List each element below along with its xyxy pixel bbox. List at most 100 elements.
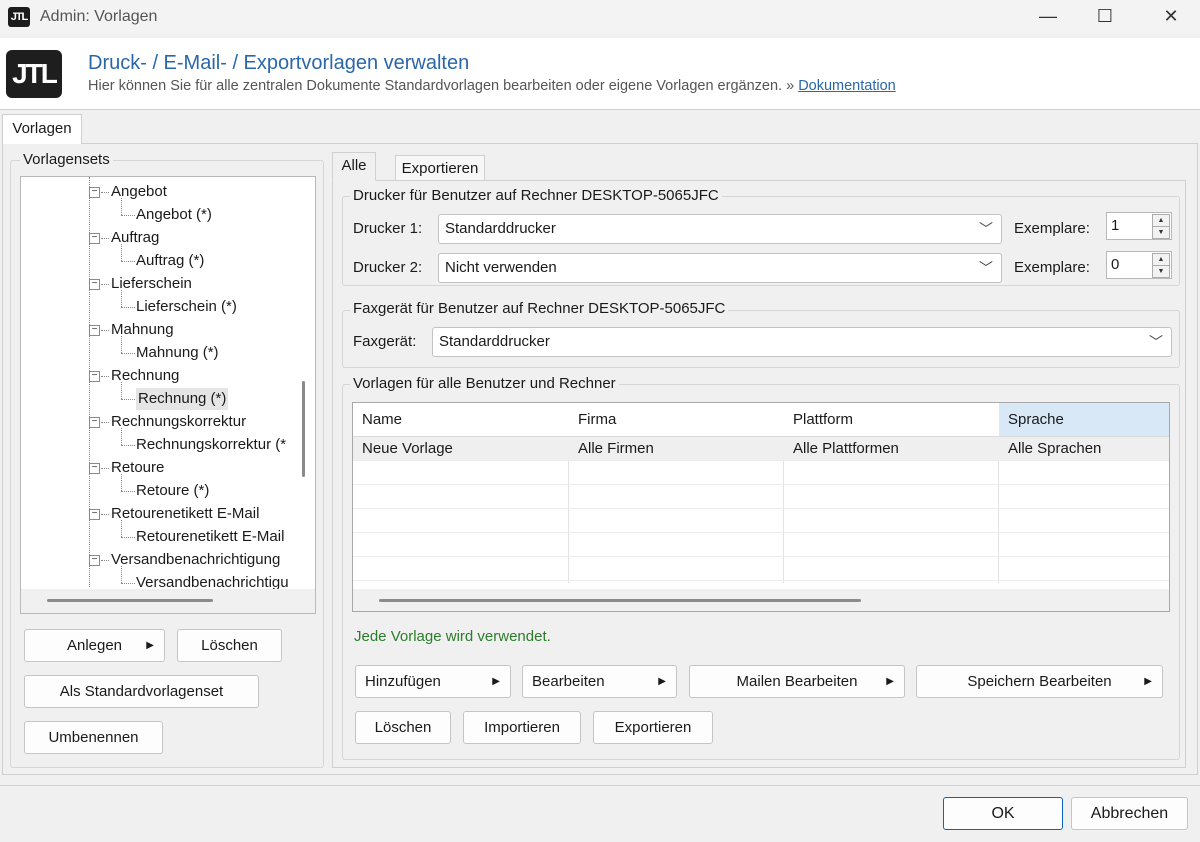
grid-header-plattform[interactable]: Plattform (784, 403, 999, 437)
tree-connector (101, 284, 109, 285)
title-bar: JTL Admin: Vorlagen — ☐ ✕ (0, 0, 1200, 34)
tree-leaf-label: Retoure (*) (136, 482, 210, 499)
tree-connector (121, 215, 135, 216)
loeschen-template-button[interactable]: Löschen (355, 711, 451, 744)
spin-down-icon[interactable]: ▼ (1152, 226, 1170, 239)
grid-header-firma[interactable]: Firma (569, 403, 784, 437)
fax-group-label: Faxgerät für Benutzer auf Rechner DESKTO… (350, 300, 729, 317)
tab-vorlagen[interactable]: Vorlagen (2, 114, 82, 144)
umbenennen-button[interactable]: Umbenennen (24, 721, 163, 754)
collapse-icon[interactable]: − (89, 279, 100, 290)
cancel-button[interactable]: Abbrechen (1071, 797, 1188, 830)
tree-connector (121, 244, 122, 261)
ok-button[interactable]: OK (943, 797, 1063, 830)
spin-down-icon[interactable]: ▼ (1152, 265, 1170, 278)
bearbeiten-label: Bearbeiten (532, 673, 605, 690)
mailen-bearbeiten-button[interactable]: Mailen Bearbeiten ▶ (689, 665, 905, 698)
collapse-icon[interactable]: − (89, 509, 100, 520)
printer-group-label: Drucker für Benutzer auf Rechner DESKTOP… (350, 187, 722, 204)
speichern-bearbeiten-button[interactable]: Speichern Bearbeiten ▶ (916, 665, 1163, 698)
tree-node-label: Auftrag (111, 229, 160, 246)
anlegen-label: Anlegen (66, 637, 123, 654)
tree-leaf-label: Retourenetikett E-Mail (136, 528, 285, 545)
standard-set-button[interactable]: Als Standardvorlagenset (24, 675, 259, 708)
copies1-spinner[interactable]: 1 ▲ ▼ (1106, 212, 1172, 240)
link-prefix: » (786, 78, 795, 94)
chevron-down-icon: ﹀ (979, 260, 993, 276)
tree-hscroll-thumb[interactable] (47, 599, 213, 602)
page-header: JTL Druck- / E-Mail- / Exportvorlagen ve… (0, 38, 1200, 110)
fax-label: Faxgerät: (353, 333, 417, 350)
printer2-value: Nicht verwenden (445, 259, 557, 276)
collapse-icon[interactable]: − (89, 463, 100, 474)
tree-connector (121, 445, 135, 446)
table-row[interactable]: Neue Vorlage Alle Firmen Alle Plattforme… (353, 437, 1169, 461)
collapse-icon[interactable]: − (89, 325, 100, 336)
minimize-button[interactable]: — (1025, 0, 1071, 34)
hinzufuegen-button[interactable]: Hinzufügen ▶ (355, 665, 511, 698)
grid-hscroll-thumb[interactable] (379, 599, 861, 602)
copies1-label: Exemplare: (1014, 220, 1090, 237)
tab-alle[interactable]: Alle (332, 152, 376, 181)
collapse-icon[interactable]: − (89, 371, 100, 382)
fax-value: Standarddrucker (439, 333, 550, 350)
tree-connector (101, 330, 109, 331)
grid-header-sprache[interactable]: Sprache (999, 403, 1169, 437)
empty-row (353, 557, 1169, 581)
tree-connector (121, 290, 122, 307)
vorlagen-tree[interactable]: − Angebot Angebot (*) − Auftrag Auftrag (*) − L… (20, 176, 316, 614)
tree-connector (121, 520, 122, 537)
bearbeiten-button[interactable]: Bearbeiten ▶ (522, 665, 677, 698)
tree-hscroll[interactable] (21, 589, 315, 613)
printer2-select[interactable]: Nicht verwenden ﹀ (438, 253, 1002, 283)
tree-vscroll-thumb[interactable] (302, 381, 305, 477)
fax-select[interactable]: Standarddrucker ﹀ (432, 327, 1172, 357)
grid-header-name[interactable]: Name (353, 403, 569, 437)
grid-hscroll[interactable] (353, 589, 1169, 611)
printer2-label: Drucker 2: (353, 259, 423, 276)
copies2-spinner[interactable]: 0 ▲ ▼ (1106, 251, 1172, 279)
speichern-label: Speichern Bearbeiten (967, 673, 1112, 690)
tree-connector (121, 336, 122, 353)
tree-leaf-label: Rechnungskorrektur (* (136, 436, 287, 453)
printer1-select[interactable]: Standarddrucker ﹀ (438, 214, 1002, 244)
tab-exportieren[interactable]: Exportieren (395, 155, 485, 181)
tree-connector (121, 537, 135, 538)
tree-connector (121, 566, 122, 583)
tree-connector (101, 238, 109, 239)
collapse-icon[interactable]: − (89, 187, 100, 198)
tree-node-label: Lieferschein (111, 275, 192, 292)
tree-connector (121, 474, 122, 491)
exportieren-button[interactable]: Exportieren (593, 711, 713, 744)
tree-connector (101, 468, 109, 469)
collapse-icon[interactable]: − (89, 417, 100, 428)
anlegen-button[interactable]: Anlegen ▶ (24, 629, 165, 662)
loeschen-set-button[interactable]: Löschen (177, 629, 282, 662)
printer1-value: Standarddrucker (445, 220, 556, 237)
tree-leaf-label: Auftrag (*) (136, 252, 205, 269)
empty-row (353, 461, 1169, 485)
tree-connector (121, 382, 122, 399)
copies2-label: Exemplare: (1014, 259, 1090, 276)
collapse-icon[interactable]: − (89, 555, 100, 566)
tree-node-label: Retourenetikett E-Mail (111, 505, 260, 522)
tree-connector (121, 307, 135, 308)
templates-grid[interactable]: Name Firma Plattform Sprache Neue Vorlag… (352, 402, 1170, 612)
tree-node-label: Versandbenachrichtigung (111, 551, 281, 568)
tree-leaf-label: Angebot (*) (136, 206, 212, 223)
tree-connector (101, 422, 109, 423)
documentation-link[interactable]: Dokumentation (798, 78, 896, 94)
copies1-value: 1 (1111, 217, 1120, 234)
importieren-button[interactable]: Importieren (463, 711, 581, 744)
tree-connector (101, 192, 109, 193)
tree-node-label: Rechnungskorrektur (111, 413, 247, 430)
tree-connector (121, 428, 122, 445)
empty-row (353, 509, 1169, 533)
collapse-icon[interactable]: − (89, 233, 100, 244)
jtl-logo: JTL (6, 50, 62, 98)
maximize-button[interactable]: ☐ (1082, 0, 1128, 34)
empty-row (353, 533, 1169, 557)
tree-connector (101, 560, 109, 561)
page-title: Druck- / E-Mail- / Exportvorlagen verwal… (88, 52, 470, 74)
close-button[interactable]: ✕ (1148, 0, 1194, 34)
